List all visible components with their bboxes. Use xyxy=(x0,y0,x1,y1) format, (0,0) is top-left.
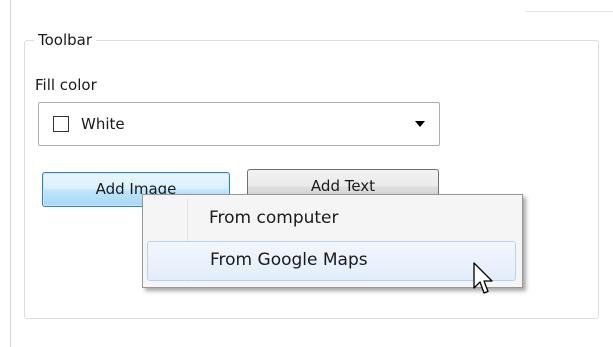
add-image-context-menu: From computer From Google Maps xyxy=(142,194,523,288)
fill-color-select[interactable]: White xyxy=(38,102,440,146)
fill-color-value: White xyxy=(81,115,125,133)
mouse-pointer-icon xyxy=(473,262,493,294)
color-swatch-icon xyxy=(53,116,69,132)
groupbox-legend: Toolbar xyxy=(34,29,97,51)
top-divider xyxy=(525,11,613,12)
fill-color-label: Fill color xyxy=(35,76,97,94)
menu-item-from-computer[interactable]: From computer xyxy=(147,199,516,239)
left-divider xyxy=(10,0,11,347)
dropdown-arrow-icon[interactable] xyxy=(415,121,425,127)
menu-item-from-google-maps[interactable]: From Google Maps xyxy=(147,241,516,281)
